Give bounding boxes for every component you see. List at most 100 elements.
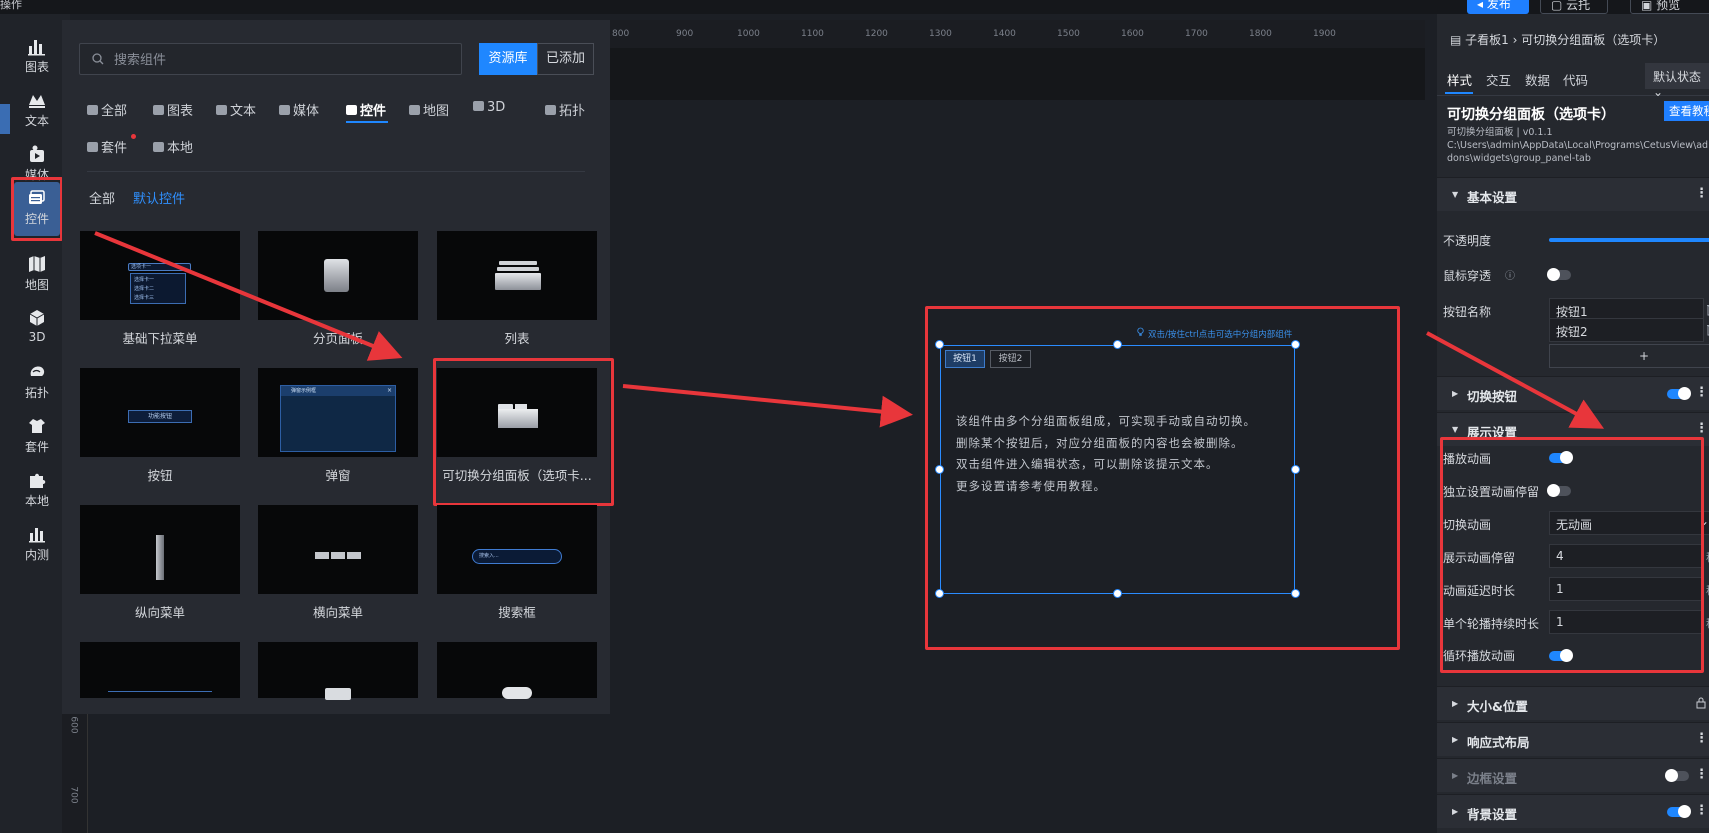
operate-menu[interactable]: 操作 bbox=[0, 0, 22, 12]
topology-icon bbox=[545, 105, 556, 115]
opacity-slider[interactable] bbox=[1549, 238, 1709, 242]
chevron-right-icon: › bbox=[1508, 33, 1522, 47]
horizontal-menu-icon bbox=[315, 552, 329, 559]
sidebar-item-text[interactable]: 文本 bbox=[14, 84, 60, 138]
thumb-button[interactable]: 功能按钮 bbox=[80, 368, 240, 457]
thumb-popup[interactable]: 弹窗示例框 × bbox=[258, 368, 418, 457]
map-icon bbox=[409, 105, 420, 115]
more-icon[interactable]: ⋮ bbox=[1695, 731, 1708, 746]
category-label: 文本 bbox=[230, 104, 257, 119]
ruler-tick: 1300 bbox=[929, 29, 952, 39]
lock-icon[interactable] bbox=[1695, 697, 1707, 709]
more-icon[interactable]: ⋮ bbox=[1695, 186, 1708, 201]
thumb-search-box[interactable]: 搜索入... bbox=[437, 505, 597, 594]
sidebar-item-3d[interactable]: 3D bbox=[14, 302, 60, 356]
tab-style[interactable]: 样式 bbox=[1447, 70, 1472, 89]
button-name-2-input[interactable]: 按钮2 bbox=[1549, 318, 1704, 342]
more-icon[interactable]: ⋮ bbox=[1695, 803, 1708, 818]
border-toggle[interactable] bbox=[1665, 769, 1689, 782]
search-input[interactable] bbox=[114, 50, 444, 70]
list-icon bbox=[499, 261, 537, 265]
suite-icon bbox=[29, 419, 45, 433]
topology-icon bbox=[30, 366, 45, 376]
sidebar-item-local[interactable]: 本地 bbox=[14, 464, 60, 518]
state-select[interactable]: 默认状态 ⌄ bbox=[1645, 63, 1709, 99]
cube-icon bbox=[29, 310, 45, 326]
suite-icon bbox=[87, 142, 98, 152]
section-basic-settings[interactable]: ▼ 基本设置 ⋮ bbox=[1437, 177, 1709, 211]
more-icon[interactable]: ⋮ bbox=[1695, 421, 1708, 436]
mouse-through-toggle[interactable] bbox=[1547, 268, 1571, 281]
sidebar-item-topology[interactable]: 拓扑 bbox=[14, 356, 60, 410]
filter-all[interactable]: 全部 bbox=[89, 188, 115, 207]
more-icon[interactable]: ⋮ bbox=[1695, 385, 1708, 400]
item-label: 横向菜单 bbox=[312, 605, 363, 620]
text-icon bbox=[29, 95, 45, 108]
category-local[interactable]: 本地 bbox=[153, 137, 193, 156]
category-media[interactable]: 媒体 bbox=[279, 100, 319, 119]
category-active-underline bbox=[346, 121, 388, 123]
category-widget[interactable]: 控件 bbox=[346, 100, 386, 119]
ruler-left: 600 700 bbox=[62, 710, 88, 833]
category-text[interactable]: 文本 bbox=[216, 100, 256, 119]
preview-button[interactable]: ▣ 预览 bbox=[1630, 0, 1709, 14]
thumb-dropdown[interactable]: 选项卡一 选择卡一 选择卡二 选择卡三 bbox=[80, 231, 240, 320]
breadcrumb: ▤ 子看板1 › 可切换分组面板（选项卡） bbox=[1450, 31, 1665, 48]
puzzle-icon bbox=[30, 473, 46, 488]
item-label: 分页面板 bbox=[312, 331, 363, 346]
thumb-page-panel[interactable] bbox=[258, 231, 418, 320]
section-background-settings[interactable]: ▶ 背景设置 ⋮ bbox=[1437, 794, 1709, 828]
calendar-icon bbox=[325, 688, 351, 700]
sidebar-item-suite[interactable]: 套件 bbox=[14, 410, 60, 464]
category-topology[interactable]: 拓扑 bbox=[545, 100, 585, 119]
thumb-vertical-menu[interactable] bbox=[80, 505, 240, 594]
tab-code[interactable]: 代码 bbox=[1563, 70, 1588, 89]
caret-right-icon: ▶ bbox=[1452, 389, 1459, 398]
sidebar-item-map[interactable]: 地图 bbox=[14, 248, 60, 302]
thumb-weather[interactable] bbox=[437, 642, 597, 699]
ruler-tick: 1400 bbox=[993, 29, 1016, 39]
publish-button[interactable]: ◂ 发布 bbox=[1467, 0, 1529, 14]
thumb-calendar[interactable] bbox=[258, 642, 418, 700]
thumb-dropdown-header: 选项卡一 bbox=[128, 263, 191, 271]
section-title: 大小&位置 bbox=[1467, 699, 1528, 714]
category-suite[interactable]: 套件 bbox=[87, 137, 127, 156]
tab-data[interactable]: 数据 bbox=[1525, 70, 1550, 89]
filter-default-widgets[interactable]: 默认控件 bbox=[133, 188, 185, 207]
resource-library-button[interactable]: 资源库 bbox=[479, 43, 537, 75]
tab-interaction[interactable]: 交互 bbox=[1486, 70, 1511, 89]
timeline-line bbox=[108, 691, 212, 692]
close-icon: × bbox=[386, 387, 392, 394]
grid-icon bbox=[87, 105, 98, 115]
sidebar-item-beta[interactable]: 内测 bbox=[14, 518, 60, 572]
search-box[interactable] bbox=[79, 43, 462, 75]
breadcrumb-parent[interactable]: 子看板1 bbox=[1465, 33, 1509, 47]
section-size-position[interactable]: ▶ 大小&位置 bbox=[1437, 686, 1709, 720]
more-icon[interactable]: ⋮ bbox=[1695, 767, 1708, 782]
cloud-host-button[interactable]: ▢ 云托管 bbox=[1540, 0, 1608, 32]
breadcrumb-current: 可切换分组面板（选项卡） bbox=[1521, 33, 1666, 47]
view-tutorial-button[interactable]: 查看教程 bbox=[1664, 101, 1709, 121]
thumb-list[interactable] bbox=[437, 231, 597, 320]
section-switch-button[interactable]: ▶ 切换按钮 ⋮ bbox=[1437, 376, 1709, 410]
section-border-settings[interactable]: ▶ 边框设置 ⋮ bbox=[1437, 758, 1709, 792]
category-chart[interactable]: 图表 bbox=[153, 100, 193, 119]
thumb-timeline[interactable] bbox=[80, 642, 240, 698]
chevron-down-icon: ⌄ bbox=[1653, 85, 1664, 99]
background-toggle[interactable] bbox=[1667, 805, 1691, 818]
thumb-horizontal-menu[interactable] bbox=[258, 505, 418, 594]
section-responsive-layout[interactable]: ▶ 响应式布局 ⋮ bbox=[1437, 722, 1709, 756]
category-3d[interactable]: 3D bbox=[473, 100, 505, 115]
category-all[interactable]: 全部 bbox=[87, 100, 127, 119]
section-title: 切换按钮 bbox=[1467, 389, 1518, 404]
add-button[interactable]: + bbox=[1549, 344, 1709, 368]
switch-button-toggle[interactable] bbox=[1667, 387, 1691, 400]
added-button[interactable]: 已添加 bbox=[537, 43, 594, 75]
sidebar-item-chart[interactable]: 图表 bbox=[14, 30, 60, 84]
category-label: 地图 bbox=[423, 104, 450, 119]
category-map[interactable]: 地图 bbox=[409, 100, 449, 119]
sidebar-label: 内测 bbox=[24, 548, 49, 562]
category-label: 图表 bbox=[167, 104, 194, 119]
chart-icon bbox=[28, 40, 45, 56]
caret-down-icon: ▼ bbox=[1452, 190, 1459, 199]
